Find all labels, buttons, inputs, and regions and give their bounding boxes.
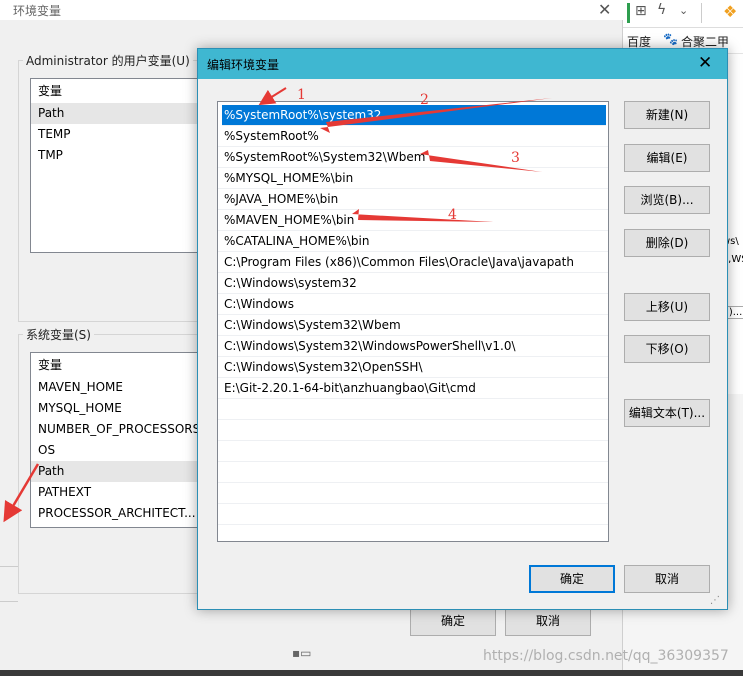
taskbar-edge (0, 670, 743, 676)
watermark: https://blog.csdn.net/qq_36309357 (483, 648, 729, 664)
annotation-number: 2 (420, 92, 429, 108)
annotation-arrow-3 (420, 150, 542, 172)
annotation-number: 4 (448, 207, 457, 223)
annotation-arrow-2 (320, 98, 552, 133)
annotation-arrow-4 (352, 209, 494, 222)
annotation-arrow-path (3, 463, 40, 523)
annotation-arrow-1 (258, 87, 287, 106)
annotation-number: 3 (511, 150, 520, 166)
annotation-number: 1 (297, 87, 306, 103)
annotation-overlay: 1 2 3 4 (3, 87, 552, 523)
